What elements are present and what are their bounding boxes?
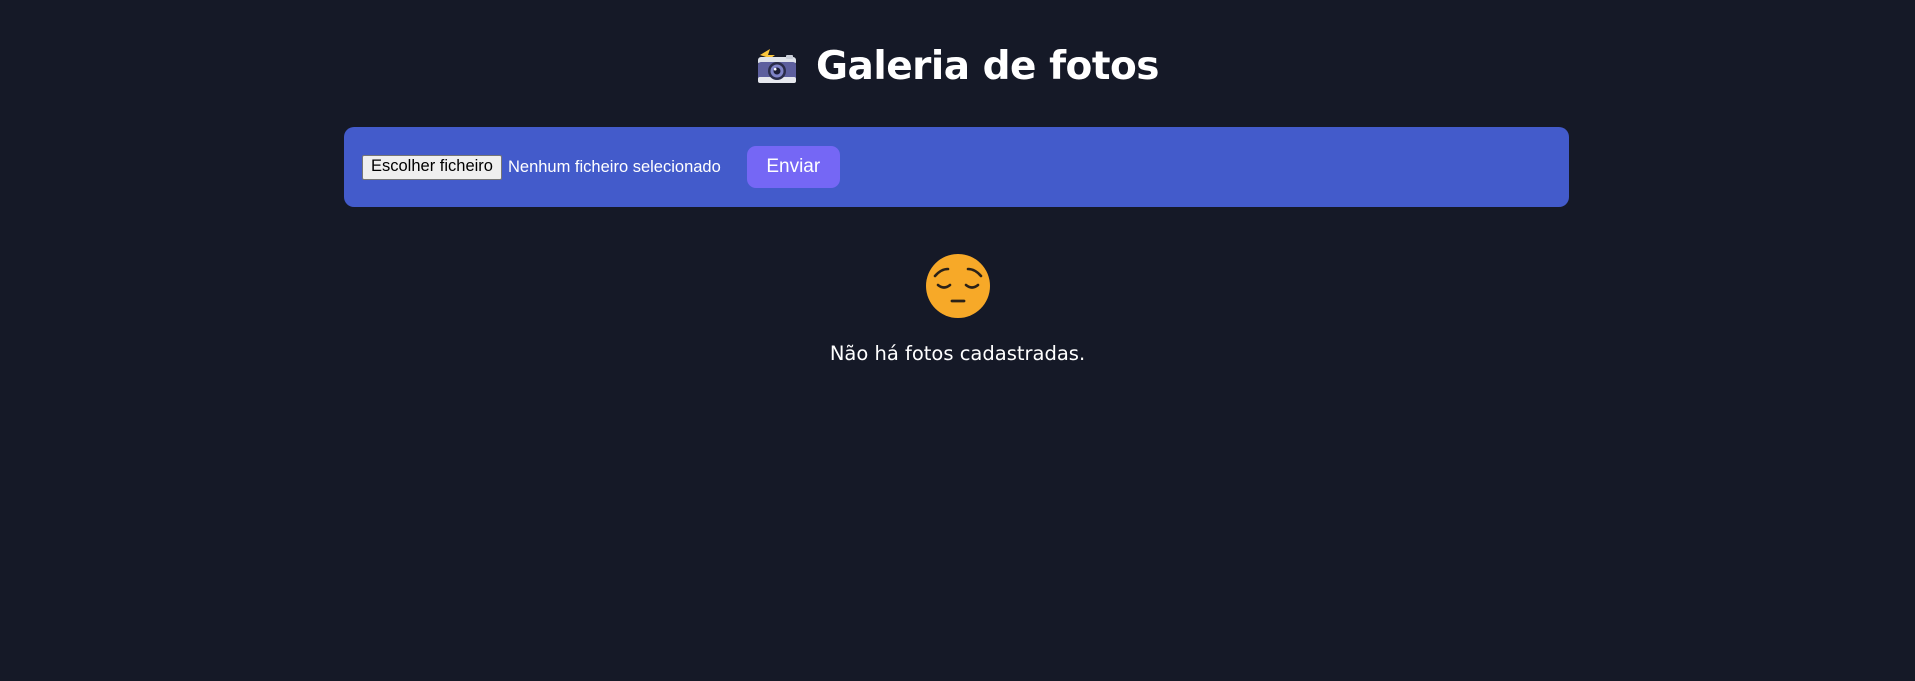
pensive-face-icon <box>924 252 992 320</box>
empty-message: Não há fotos cadastradas. <box>829 342 1086 365</box>
choose-file-button[interactable]: Escolher ficheiro <box>362 154 502 180</box>
upload-form: Escolher ficheiro Nenhum ficheiro seleci… <box>344 127 1569 207</box>
submit-button[interactable]: Enviar <box>746 146 840 188</box>
header: Galeria de fotos <box>0 40 1915 92</box>
file-input[interactable]: Escolher ficheiro Nenhum ficheiro seleci… <box>362 154 721 180</box>
no-file-selected-label: Nenhum ficheiro selecionado <box>507 157 721 176</box>
camera-with-flash-icon <box>756 46 798 86</box>
page-title: Galeria de fotos <box>816 43 1160 89</box>
page: Galeria de fotos Escolher ficheiro Nenhu… <box>0 0 1915 681</box>
empty-state: Não há fotos cadastradas. <box>0 252 1915 365</box>
